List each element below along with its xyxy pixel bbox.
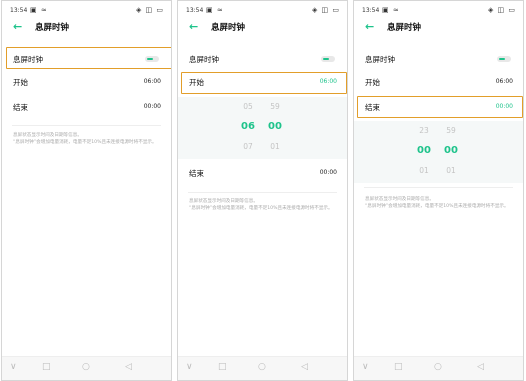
highlight-box	[181, 72, 347, 94]
navigation-bar: ∨ □ ○ ◁	[354, 356, 523, 380]
start-time-picker[interactable]: 05 06 07 59 00 01	[178, 97, 347, 159]
start-value: 06:00	[143, 78, 161, 85]
status-bar: 13:54 ▣ ≈ ◈ ◫ ▭	[354, 3, 523, 17]
system-status-icons: ◈ ◫ ▭	[135, 6, 164, 14]
aod-clock-switch[interactable]	[497, 56, 511, 62]
picker-hour-prev[interactable]: 23	[414, 126, 434, 135]
end-time-row[interactable]: 结束 00:00	[2, 96, 171, 118]
phone-screen-3: 13:54 ▣ ≈ ◈ ◫ ▭ ← 息屏时钟 息屏时钟 开始 06:00 结束 …	[353, 0, 524, 381]
back-arrow-icon[interactable]: ←	[13, 20, 22, 33]
description-text: 息屏状态显示时间及日期等信息。 “息屏时钟”会增加电量消耗，电量不足10%且未连…	[13, 133, 157, 145]
end-label: 结束	[189, 169, 204, 178]
header: ← 息屏时钟	[178, 19, 347, 37]
picker-minute-selected[interactable]: 00	[265, 121, 285, 132]
aod-clock-toggle-row[interactable]: 息屏时钟	[178, 48, 347, 70]
nav-recent-icon[interactable]: □	[218, 362, 227, 372]
start-value: 06:00	[495, 78, 513, 85]
navigation-bar: ∨ □ ○ ◁	[2, 356, 171, 380]
divider	[12, 125, 161, 126]
aod-clock-label: 息屏时钟	[365, 55, 395, 64]
nav-down-icon[interactable]: ∨	[10, 362, 17, 372]
status-bar: 13:54 ▣ ≈ ◈ ◫ ▭	[2, 3, 171, 17]
header: ← 息屏时钟	[2, 19, 171, 37]
end-label: 结束	[13, 103, 28, 112]
nav-back-icon[interactable]: ◁	[477, 362, 484, 372]
aod-clock-switch[interactable]	[321, 56, 335, 62]
end-time-row[interactable]: 结束 00:00	[178, 162, 347, 184]
nav-back-icon[interactable]: ◁	[125, 362, 132, 372]
phone-screen-2: 13:54 ▣ ≈ ◈ ◫ ▭ ← 息屏时钟 息屏时钟 开始 06:00 05 …	[177, 0, 348, 381]
nav-down-icon[interactable]: ∨	[362, 362, 369, 372]
status-bar: 13:54 ▣ ≈ ◈ ◫ ▭	[178, 3, 347, 17]
aod-clock-label: 息屏时钟	[189, 55, 219, 64]
picker-hour-selected[interactable]: 00	[414, 145, 434, 156]
divider	[364, 187, 513, 188]
picker-hour-next[interactable]: 07	[238, 142, 258, 151]
aod-clock-toggle-row[interactable]: 息屏时钟	[354, 48, 523, 70]
header: ← 息屏时钟	[354, 19, 523, 37]
system-status-icons: ◈ ◫ ▭	[311, 6, 340, 14]
system-status-icons: ◈ ◫ ▭	[487, 6, 516, 14]
start-time-row[interactable]: 开始 06:00	[2, 71, 171, 93]
navigation-bar: ∨ □ ○ ◁	[178, 356, 347, 380]
highlight-box	[357, 96, 523, 118]
description-text: 息屏状态显示时间及日期等信息。 “息屏时钟”会增加电量消耗，电量不足10%且未连…	[189, 199, 333, 211]
nav-home-icon[interactable]: ○	[258, 362, 266, 372]
back-arrow-icon[interactable]: ←	[365, 20, 374, 33]
picker-minute-next[interactable]: 01	[265, 142, 285, 151]
status-time: 13:54	[186, 7, 204, 14]
end-time-picker[interactable]: 23 00 01 59 00 01	[354, 121, 523, 183]
picker-minute-prev[interactable]: 59	[441, 126, 461, 135]
status-time: 13:54	[10, 7, 28, 14]
page-title: 息屏时钟	[35, 23, 70, 33]
notification-icons: ▣ ≈	[30, 6, 48, 14]
page-title: 息屏时钟	[387, 23, 422, 33]
end-value: 00:00	[143, 103, 161, 110]
back-arrow-icon[interactable]: ←	[189, 20, 198, 33]
highlight-box	[6, 47, 171, 69]
picker-minute-prev[interactable]: 59	[265, 102, 285, 111]
divider	[188, 192, 337, 193]
picker-hour-next[interactable]: 01	[414, 166, 434, 175]
description-text: 息屏状态显示时间及日期等信息。 “息屏时钟”会增加电量消耗，电量不足10%且未连…	[365, 197, 509, 209]
picker-minute-selected[interactable]: 00	[441, 145, 461, 156]
nav-down-icon[interactable]: ∨	[186, 362, 193, 372]
start-label: 开始	[365, 78, 380, 87]
nav-home-icon[interactable]: ○	[82, 362, 90, 372]
nav-home-icon[interactable]: ○	[434, 362, 442, 372]
phone-screen-1: 13:54 ▣ ≈ ◈ ◫ ▭ ← 息屏时钟 息屏时钟 开始 06:00 结束 …	[1, 0, 172, 381]
start-time-row[interactable]: 开始 06:00	[354, 71, 523, 93]
end-value: 00:00	[319, 169, 337, 176]
start-label: 开始	[13, 78, 28, 87]
nav-recent-icon[interactable]: □	[394, 362, 403, 372]
picker-hour-selected[interactable]: 06	[238, 121, 258, 132]
picker-hour-prev[interactable]: 05	[238, 102, 258, 111]
notification-icons: ▣ ≈	[382, 6, 400, 14]
nav-back-icon[interactable]: ◁	[301, 362, 308, 372]
nav-recent-icon[interactable]: □	[42, 362, 51, 372]
page-title: 息屏时钟	[211, 23, 246, 33]
picker-minute-next[interactable]: 01	[441, 166, 461, 175]
notification-icons: ▣ ≈	[206, 6, 224, 14]
status-time: 13:54	[362, 7, 380, 14]
